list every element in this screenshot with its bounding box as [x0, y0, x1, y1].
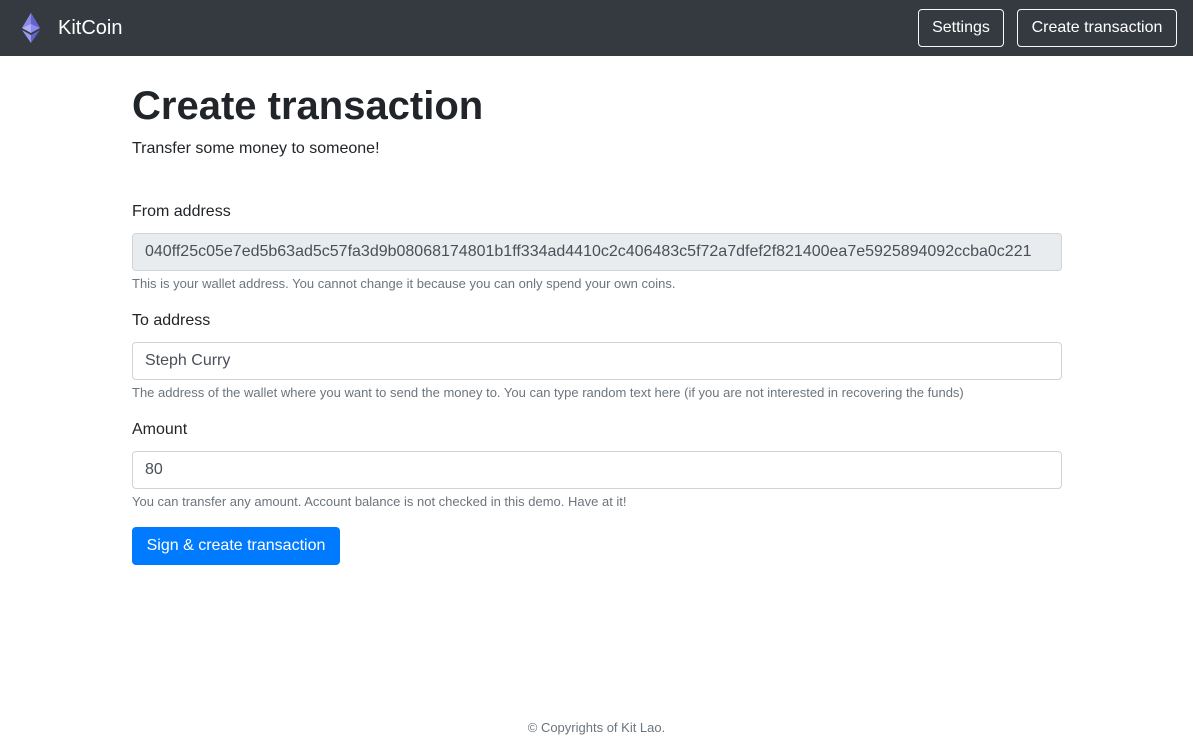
brand-link[interactable]: KitCoin: [21, 13, 122, 43]
amount-help: You can transfer any amount. Account bal…: [132, 494, 627, 509]
navbar: KitCoin Settings Create transaction: [0, 0, 1193, 56]
sign-create-transaction-button[interactable]: Sign & create transaction: [132, 527, 340, 565]
create-transaction-nav-button[interactable]: Create transaction: [1017, 9, 1177, 47]
to-address-label: To address: [132, 312, 211, 329]
amount-field[interactable]: [132, 451, 1062, 489]
from-address-help: This is your wallet address. You cannot …: [132, 276, 676, 291]
amount-label: Amount: [132, 421, 188, 438]
page-lead: Transfer some money to someone!: [132, 140, 380, 157]
footer-copyright: © Copyrights of Kit Lao.: [527, 720, 666, 735]
to-address-field[interactable]: [132, 342, 1062, 380]
from-address-label: From address: [132, 203, 231, 220]
ethereum-logo-icon: [21, 13, 41, 43]
to-address-help: The address of the wallet where you want…: [132, 385, 964, 400]
from-address-field[interactable]: [132, 233, 1062, 271]
page-title: Create transaction: [132, 84, 484, 128]
settings-button[interactable]: Settings: [918, 9, 1004, 47]
brand-name: KitCoin: [58, 17, 123, 39]
